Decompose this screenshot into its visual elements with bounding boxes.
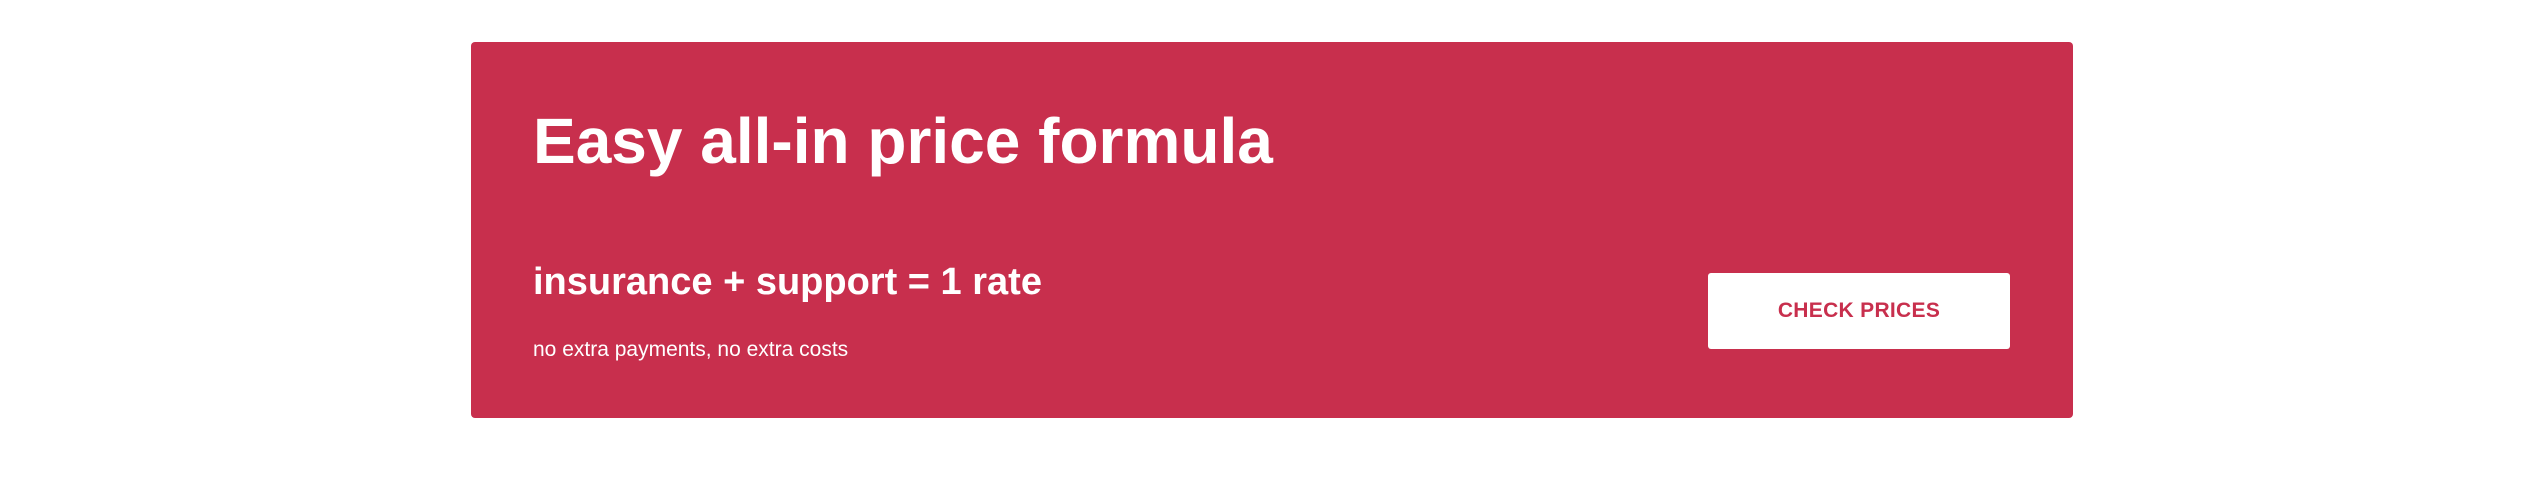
promo-formula: insurance + support = 1 rate bbox=[533, 261, 1042, 303]
page: Easy all-in price formula insurance + su… bbox=[0, 0, 2537, 477]
check-prices-button[interactable]: CHECK PRICES bbox=[1708, 273, 2010, 349]
promo-banner: Easy all-in price formula insurance + su… bbox=[471, 42, 2073, 418]
promo-title: Easy all-in price formula bbox=[533, 105, 1273, 177]
promo-note: no extra payments, no extra costs bbox=[533, 338, 849, 361]
